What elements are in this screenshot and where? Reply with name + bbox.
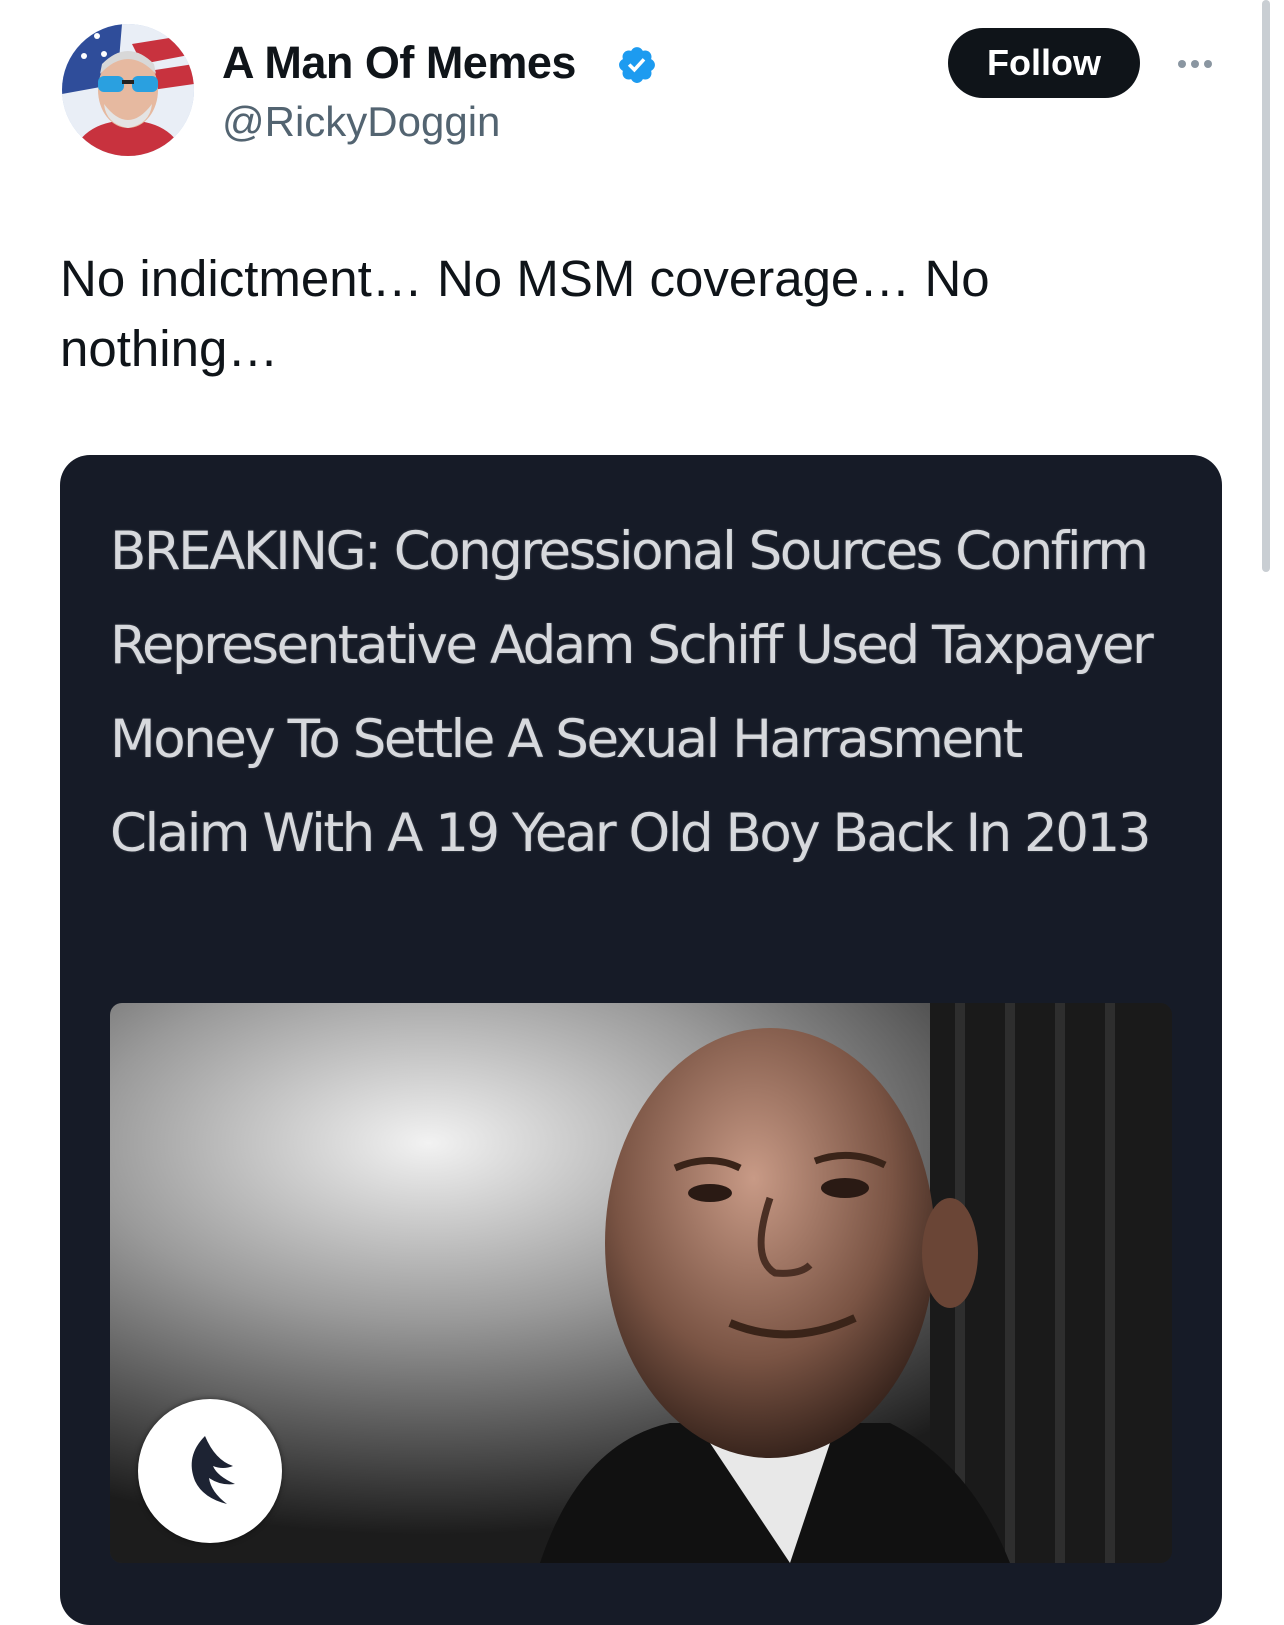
avatar-image xyxy=(62,24,194,156)
more-options-icon[interactable] xyxy=(1170,46,1220,82)
dot xyxy=(1191,60,1199,68)
media-headline: BREAKING: Congressional Sources Confirm … xyxy=(110,521,1154,864)
follow-button[interactable]: Follow xyxy=(948,28,1140,98)
media-photo xyxy=(110,1003,1172,1563)
display-name[interactable]: A Man Of Memes xyxy=(222,36,576,90)
dot xyxy=(1178,60,1186,68)
scrollbar[interactable] xyxy=(1262,0,1270,572)
user-handle[interactable]: @RickyDoggin xyxy=(222,96,500,148)
avatar[interactable] xyxy=(62,24,194,156)
dot xyxy=(1204,60,1212,68)
bird-wing-logo-icon xyxy=(138,1399,282,1543)
verified-badge-icon xyxy=(619,47,655,83)
logo-mark xyxy=(191,1436,235,1504)
tweet-media-image[interactable]: BREAKING: Congressional Sources Confirm … xyxy=(60,455,1222,1625)
tweet-text: No indictment… No MSM coverage… No nothi… xyxy=(60,250,990,377)
